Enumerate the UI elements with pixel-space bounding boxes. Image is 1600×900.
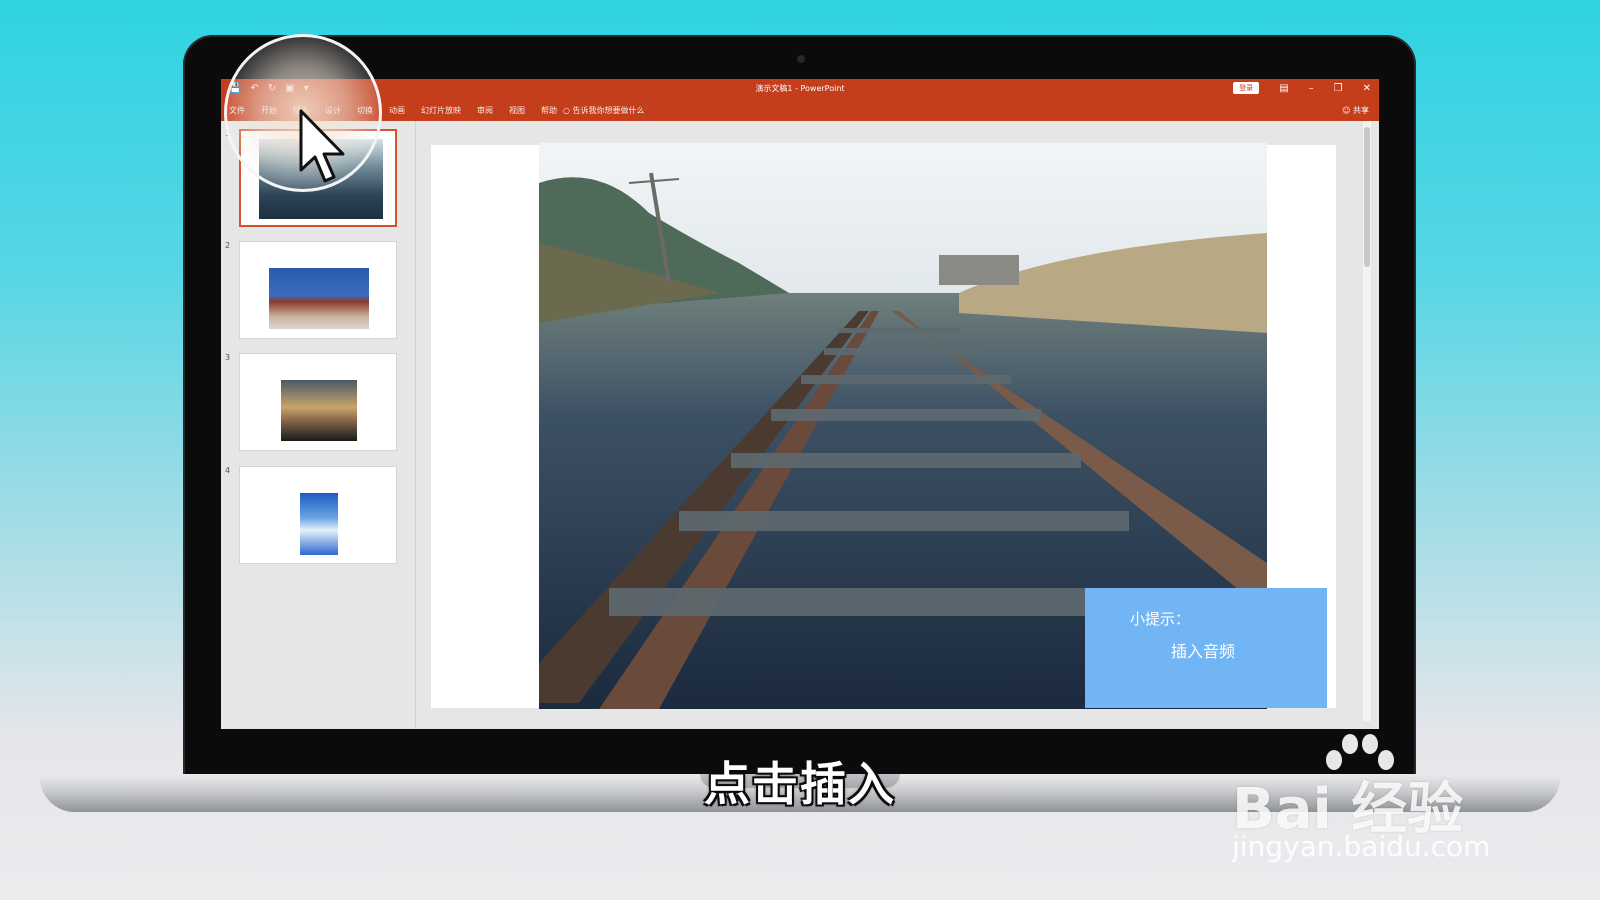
slide-thumbnail-2[interactable] [239,241,397,339]
scrollbar-thumb[interactable] [1364,127,1370,267]
baidu-jingyan-url: jingyan.baidu.com [1232,830,1491,863]
thumb-number: 3 [225,353,231,362]
webcam [797,55,805,63]
signin-button[interactable]: 登录 [1233,82,1260,94]
tab-slideshow[interactable]: 幻灯片放映 [421,105,461,116]
tip-textbox[interactable]: 小提示： 插入音频 [1085,588,1327,708]
tip-title: 小提示： [1130,610,1191,628]
tab-animations[interactable]: 动画 [389,105,405,116]
slide-thumbnail-3[interactable] [239,353,397,451]
thumb-number: 4 [225,466,231,475]
vertical-scrollbar[interactable] [1363,121,1371,721]
blue-sky-picture [300,493,338,555]
thumb-number: 2 [225,241,231,250]
restore-icon[interactable]: ❐ [1334,83,1343,94]
sunset-clouds-picture [281,380,357,441]
tiananmen-picture [269,268,369,329]
close-icon[interactable]: ✕ [1363,83,1371,94]
share-button[interactable]: ☺ 共享 [1342,105,1369,116]
document-title: 演示文稿1 - PowerPoint [755,84,845,93]
ribbon-display-options-icon[interactable]: ▤ [1279,83,1288,94]
tell-me-search[interactable]: ○ 告诉我你想要做什么 [563,105,645,116]
tab-help[interactable]: 帮助 [541,105,557,116]
window-controls: 登录 ▤ – ❐ ✕ [1233,82,1371,94]
person-icon: ☺ [1342,106,1351,115]
slide-thumbnail-4[interactable] [239,466,397,564]
slide-thumbnails-pane: 1 2 3 4 [221,121,416,729]
mouse-pointer-icon [299,109,345,183]
tab-review[interactable]: 审阅 [477,105,493,116]
tell-me-label: 告诉我你想要做什么 [572,106,645,115]
lightbulb-icon: ○ [563,106,570,115]
minimize-icon[interactable]: – [1309,83,1314,94]
ribbon-tabs: 文件 开始 插入 设计 切换 动画 幻灯片放映 审阅 视图 帮助 ○ 告诉我你想… [221,101,1379,121]
tip-body: 插入音频 [1171,642,1236,661]
tab-view[interactable]: 视图 [509,105,525,116]
title-bar: 💾 ↶ ↻ ▣ ▾ 演示文稿1 - PowerPoint 登录 ▤ – ❐ ✕ [221,79,1379,101]
share-label: 共享 [1353,106,1369,115]
